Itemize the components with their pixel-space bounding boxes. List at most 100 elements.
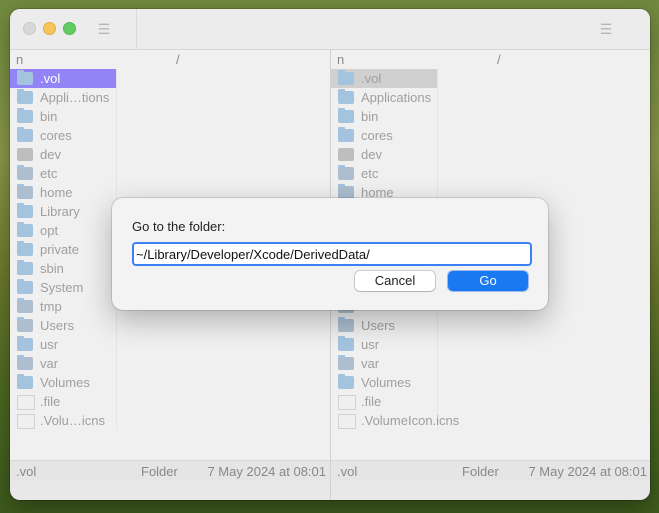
list-item[interactable]: .Volu…icns: [10, 411, 330, 430]
item-name: home: [40, 185, 73, 200]
list-icon[interactable]: ☰: [598, 21, 614, 37]
folder-icon: [17, 127, 33, 142]
folder-icon: [338, 127, 354, 142]
minimize-button[interactable]: [43, 22, 56, 35]
item-name: Applications: [361, 90, 432, 105]
folder-icon: [17, 374, 33, 389]
list-item[interactable]: bin: [331, 107, 650, 126]
list-item[interactable]: .VolumeIcon.icns: [331, 411, 650, 430]
item-name: Users: [361, 318, 395, 333]
list-item[interactable]: Volumes: [10, 373, 330, 392]
document-icon: [338, 395, 356, 410]
item-name: Volumes: [361, 375, 411, 390]
name-column-header[interactable]: n: [16, 52, 23, 67]
close-button[interactable]: [23, 22, 36, 35]
status-name: .vol: [337, 464, 358, 479]
list-item[interactable]: Users: [331, 316, 650, 335]
users-folder-icon: [17, 317, 33, 332]
list-item[interactable]: Volumes: [331, 373, 650, 392]
folder-icon: [17, 260, 33, 275]
folder-icon: [17, 108, 33, 123]
column-separator: [437, 69, 438, 88]
path-label: /: [176, 52, 180, 67]
list-item[interactable]: .vol: [331, 69, 650, 88]
folder-alias-icon: [338, 355, 354, 370]
list-item[interactable]: var: [10, 354, 330, 373]
list-item[interactable]: cores: [331, 126, 650, 145]
document-icon: [17, 414, 35, 429]
title-bar: ☰ ☰: [10, 9, 650, 49]
folder-icon: [17, 89, 33, 104]
list-item[interactable]: .vol: [10, 69, 330, 88]
disk-icon: [17, 148, 33, 161]
document-icon: [17, 395, 35, 410]
list-icon[interactable]: ☰: [96, 21, 112, 37]
item-name: Library: [40, 204, 80, 219]
network-icon: [17, 184, 33, 199]
go-button[interactable]: Go: [448, 271, 528, 291]
column-header: n /: [331, 50, 650, 68]
item-name: Volumes: [40, 375, 90, 390]
zoom-button[interactable]: [63, 22, 76, 35]
list-item[interactable]: etc: [331, 164, 650, 183]
item-name: System: [40, 280, 84, 295]
list-item[interactable]: etc: [10, 164, 330, 183]
list-item[interactable]: .file: [331, 392, 650, 411]
path-label: /: [497, 52, 501, 67]
column-separator: [437, 335, 438, 354]
item-name: dev: [40, 147, 61, 162]
item-name: sbin: [40, 261, 64, 276]
list-item[interactable]: cores: [10, 126, 330, 145]
column-separator: [116, 373, 117, 392]
name-column-header[interactable]: n: [337, 52, 344, 67]
item-name: var: [361, 356, 380, 371]
status-bar: .vol Folder 7 May 2024 at 08:01: [331, 460, 650, 481]
list-item[interactable]: bin: [10, 107, 330, 126]
item-name: cores: [361, 128, 393, 143]
folder-alias-icon: [338, 165, 354, 180]
status-date: 7 May 2024 at 08:01: [207, 464, 326, 479]
column-separator: [116, 411, 117, 430]
list-item[interactable]: .file: [10, 392, 330, 411]
column-separator: [437, 392, 438, 411]
list-item[interactable]: dev: [331, 145, 650, 164]
item-name: etc: [361, 166, 379, 181]
folder-icon: [17, 70, 33, 85]
item-name: tmp: [40, 299, 62, 314]
folder-path-input[interactable]: [132, 242, 532, 266]
folder-alias-icon: [17, 165, 33, 180]
folder-icon: [17, 241, 33, 256]
folder-icon: [17, 279, 33, 294]
item-name: usr: [361, 337, 380, 352]
status-name: .vol: [16, 464, 37, 479]
item-name: .Volu…icns: [40, 413, 106, 428]
item-name: etc: [40, 166, 58, 181]
column-header: n /: [10, 50, 330, 68]
column-separator: [437, 316, 438, 335]
column-separator: [116, 316, 117, 335]
list-item[interactable]: var: [331, 354, 650, 373]
list-item[interactable]: Applications: [331, 88, 650, 107]
folder-alias-icon: [17, 355, 33, 370]
item-name: .file: [40, 394, 61, 409]
column-separator: [437, 145, 438, 164]
item-name: .vol: [40, 71, 61, 86]
list-item[interactable]: usr: [331, 335, 650, 354]
left-toolbar-section: ☰: [10, 9, 137, 49]
column-separator: [437, 88, 438, 107]
item-name: .vol: [361, 71, 382, 86]
item-name: var: [40, 356, 59, 371]
item-name: bin: [40, 109, 58, 124]
cancel-button[interactable]: Cancel: [355, 271, 435, 291]
list-item[interactable]: dev: [10, 145, 330, 164]
item-name: dev: [361, 147, 382, 162]
dialog-title: Go to the folder:: [132, 219, 226, 234]
column-separator: [437, 164, 438, 183]
folder-icon: [338, 108, 354, 123]
status-kind: Folder: [141, 464, 178, 479]
list-item[interactable]: Users: [10, 316, 330, 335]
list-item[interactable]: Appli…tions: [10, 88, 330, 107]
item-name: Users: [40, 318, 74, 333]
column-separator: [116, 164, 117, 183]
list-item[interactable]: usr: [10, 335, 330, 354]
